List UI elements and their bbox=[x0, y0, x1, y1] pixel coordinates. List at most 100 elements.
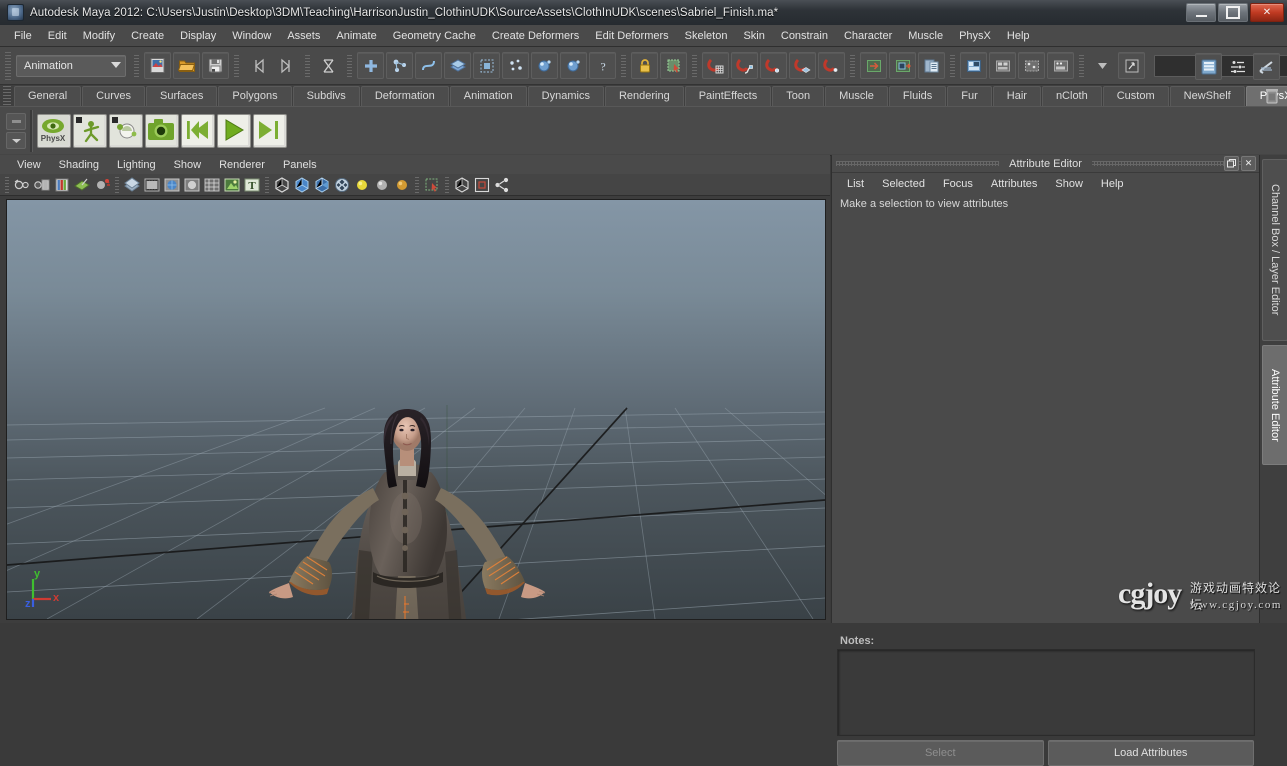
menu-item-animate[interactable]: Animate bbox=[328, 28, 384, 44]
menu-item-constrain[interactable]: Constrain bbox=[773, 28, 836, 44]
smooth-shading-all-icon[interactable] bbox=[163, 176, 181, 194]
shelf-button-physx-character[interactable] bbox=[73, 113, 107, 148]
render-settings-icon[interactable] bbox=[918, 52, 945, 79]
light-grey-icon[interactable] bbox=[373, 176, 391, 194]
scroll-down-icon[interactable] bbox=[6, 131, 26, 149]
shelf-button-physx-rewind[interactable] bbox=[181, 113, 215, 148]
select-camera-icon[interactable] bbox=[13, 176, 31, 194]
two-sided-lighting-icon[interactable] bbox=[93, 176, 111, 194]
xray-select-icon[interactable] bbox=[423, 176, 441, 194]
menu-item-create-deformers[interactable]: Create Deformers bbox=[484, 28, 587, 44]
select-by-component-type-button[interactable] bbox=[415, 52, 442, 79]
viewport-menu-panels[interactable]: Panels bbox=[274, 157, 326, 173]
shelf-tab-polygons[interactable]: Polygons bbox=[218, 86, 292, 106]
smooth-shading-hardware-icon[interactable] bbox=[143, 176, 161, 194]
menu-item-geometry-cache[interactable]: Geometry Cache bbox=[385, 28, 484, 44]
share-icon[interactable] bbox=[493, 176, 511, 194]
menu-item-window[interactable]: Window bbox=[224, 28, 279, 44]
render-current-frame-icon[interactable] bbox=[960, 52, 987, 79]
light-amber-icon[interactable] bbox=[393, 176, 411, 194]
vertical-tab-channel-box[interactable]: Channel Box / Layer Editor bbox=[1262, 159, 1287, 341]
ipr-render-icon[interactable] bbox=[989, 52, 1016, 79]
viewport-menu-lighting[interactable]: Lighting bbox=[108, 157, 165, 173]
shelf-tab-dynamics[interactable]: Dynamics bbox=[527, 86, 604, 106]
camera-attributes-icon[interactable] bbox=[33, 176, 51, 194]
shelf-tab-deformation[interactable]: Deformation bbox=[360, 86, 449, 106]
shelf-button-physx-play[interactable] bbox=[217, 113, 251, 148]
menu-item-create[interactable]: Create bbox=[123, 28, 172, 44]
shelf-grip[interactable] bbox=[3, 86, 11, 106]
shelf-tab-hair[interactable]: Hair bbox=[992, 86, 1041, 106]
menu-item-assets[interactable]: Assets bbox=[279, 28, 328, 44]
menu-item-skin[interactable]: Skin bbox=[735, 28, 772, 44]
shelf-button-physx-logo[interactable]: PhysX bbox=[37, 113, 71, 148]
3d-viewport[interactable]: y x z bbox=[6, 199, 826, 620]
wireframe-on-shaded-icon[interactable] bbox=[203, 176, 221, 194]
bookmark-icon[interactable] bbox=[53, 176, 71, 194]
menu-set-selector[interactable]: Animation bbox=[16, 54, 126, 77]
redo-button[interactable] bbox=[273, 52, 300, 79]
viewport-menu-renderer[interactable]: Renderer bbox=[210, 157, 274, 173]
ae-menu-attributes[interactable]: Attributes bbox=[982, 176, 1046, 192]
shelf-tab-surfaces[interactable]: Surfaces bbox=[145, 86, 218, 106]
shadow-display-icon[interactable] bbox=[313, 176, 331, 194]
ae-menu-show[interactable]: Show bbox=[1046, 176, 1092, 192]
undo-button[interactable] bbox=[244, 52, 271, 79]
text-display-icon[interactable]: T bbox=[243, 176, 261, 194]
shelf-button-physx-step-forward[interactable] bbox=[253, 113, 287, 148]
snap-to-point-icon[interactable] bbox=[760, 52, 787, 79]
ae-menu-selected[interactable]: Selected bbox=[873, 176, 934, 192]
shelf-tab-ncloth[interactable]: nCloth bbox=[1041, 86, 1102, 106]
save-scene-button[interactable] bbox=[202, 52, 229, 79]
shelf-tab-curves[interactable]: Curves bbox=[82, 86, 145, 106]
render-sequence-icon[interactable] bbox=[1047, 52, 1074, 79]
occlusion-icon[interactable] bbox=[333, 176, 351, 194]
select-misc-button[interactable] bbox=[560, 52, 587, 79]
render-region-icon[interactable] bbox=[1018, 52, 1045, 79]
shelf-tab-rendering[interactable]: Rendering bbox=[604, 86, 684, 106]
snap-to-grid-icon[interactable] bbox=[702, 52, 729, 79]
shelf-tab-fur[interactable]: Fur bbox=[947, 86, 992, 106]
new-scene-button[interactable] bbox=[144, 52, 171, 79]
help-tool-icon[interactable]: ? bbox=[589, 52, 616, 79]
ae-menu-focus[interactable]: Focus bbox=[934, 176, 982, 192]
shelf-tab-fluids[interactable]: Fluids bbox=[888, 86, 947, 106]
select-deformer-button[interactable] bbox=[473, 52, 500, 79]
ae-menu-help[interactable]: Help bbox=[1092, 176, 1133, 192]
shelf-button-physx-capture[interactable] bbox=[145, 113, 179, 148]
flat-shading-icon[interactable] bbox=[183, 176, 201, 194]
menu-item-modify[interactable]: Modify bbox=[75, 28, 123, 44]
menu-item-help[interactable]: Help bbox=[999, 28, 1038, 44]
select-surface-button[interactable] bbox=[444, 52, 471, 79]
shelf-tab-animation[interactable]: Animation bbox=[449, 86, 527, 106]
use-all-lights-icon[interactable] bbox=[293, 176, 311, 194]
close-button[interactable]: ✕ bbox=[1250, 3, 1284, 22]
ae-restore-button[interactable] bbox=[1224, 156, 1239, 171]
notes-textarea[interactable] bbox=[837, 649, 1255, 736]
light-yellow-icon[interactable] bbox=[353, 176, 371, 194]
snap-to-projected-center-icon[interactable] bbox=[789, 52, 816, 79]
menu-item-display[interactable]: Display bbox=[172, 28, 224, 44]
menu-item-edit-deformers[interactable]: Edit Deformers bbox=[587, 28, 676, 44]
select-by-component-icon[interactable] bbox=[660, 52, 687, 79]
attribute-editor-toggle-icon[interactable] bbox=[1224, 53, 1251, 80]
open-scene-button[interactable] bbox=[173, 52, 200, 79]
select-button[interactable]: Select bbox=[837, 740, 1044, 766]
texture-display-icon[interactable] bbox=[223, 176, 241, 194]
wireframe-shading-icon[interactable] bbox=[123, 176, 141, 194]
hourglass-icon[interactable] bbox=[315, 52, 342, 79]
shelf-tab-muscle[interactable]: Muscle bbox=[825, 86, 888, 106]
shelf-tab-general[interactable]: General bbox=[14, 86, 82, 106]
viewport-menu-show[interactable]: Show bbox=[165, 157, 211, 173]
frame-all-icon[interactable] bbox=[473, 176, 491, 194]
shelf-tab-toon[interactable]: Toon bbox=[772, 86, 825, 106]
ae-menu-list[interactable]: List bbox=[838, 176, 873, 192]
ae-close-button[interactable]: ✕ bbox=[1241, 156, 1256, 171]
scroll-up-icon[interactable] bbox=[6, 112, 26, 130]
shelf-button-physx-rigid-body[interactable] bbox=[109, 113, 143, 148]
workspace-dropdown-icon[interactable] bbox=[1089, 52, 1116, 79]
shelf-tab-newshelf[interactable]: NewShelf bbox=[1169, 86, 1245, 106]
lock-icon[interactable] bbox=[631, 52, 658, 79]
construction-history-on-icon[interactable] bbox=[860, 52, 887, 79]
construction-history-off-icon[interactable] bbox=[889, 52, 916, 79]
